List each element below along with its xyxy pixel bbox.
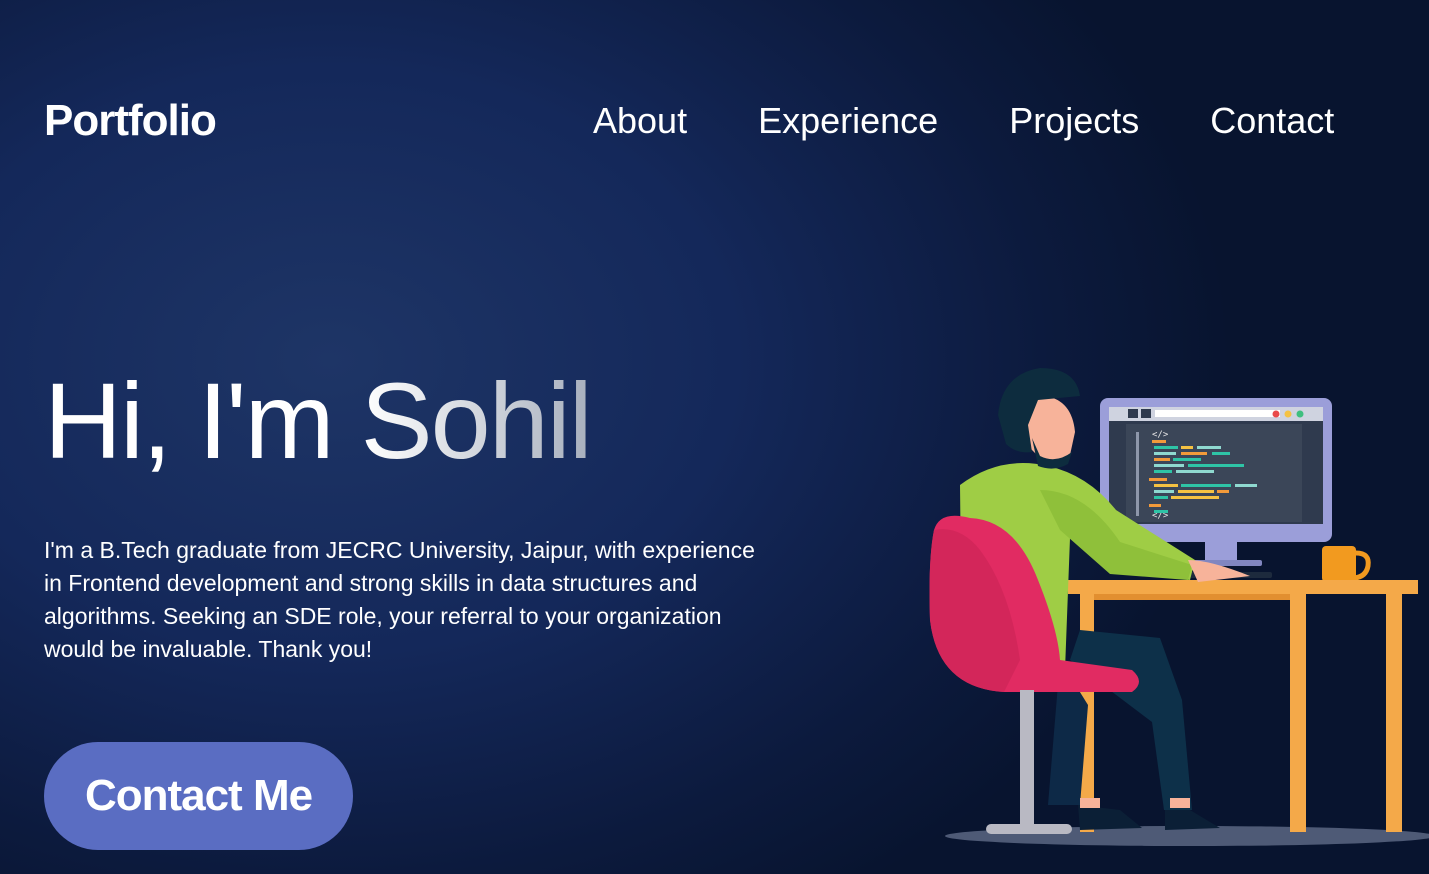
nav-contact[interactable]: Contact <box>1210 100 1334 142</box>
nav-experience[interactable]: Experience <box>758 100 938 142</box>
hero-description: I'm a B.Tech graduate from JECRC Univers… <box>44 537 755 662</box>
contact-me-button[interactable]: Contact Me <box>44 742 353 850</box>
developer-illustration: </> </> <box>929 368 1429 846</box>
main-nav: About Experience Projects Contact <box>593 100 1334 142</box>
hero-title: Hi, I'm Sohil <box>44 360 593 481</box>
logo[interactable]: Portfolio <box>44 96 217 146</box>
mug <box>1322 546 1371 582</box>
desk <box>1068 580 1418 832</box>
code-tag-top: </> <box>1152 430 1169 440</box>
nav-projects[interactable]: Projects <box>1009 100 1139 142</box>
nav-about[interactable]: About <box>593 100 687 142</box>
